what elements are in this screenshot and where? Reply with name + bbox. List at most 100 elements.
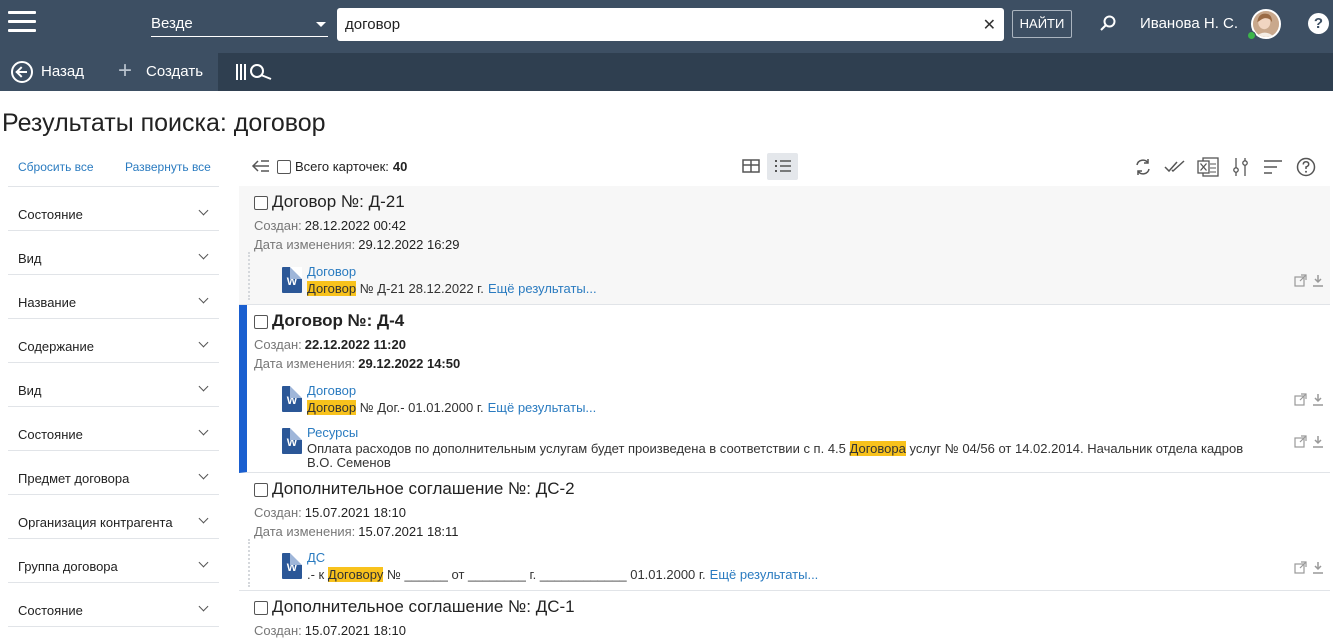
result-card[interactable]: Договор №: Д-21 Создан: 28.12.2022 00:42 … (239, 186, 1330, 305)
file-name-link[interactable]: ДС (307, 550, 325, 565)
file-actions (1294, 393, 1326, 407)
library-search-icon[interactable] (235, 62, 275, 82)
list-view-button[interactable] (767, 153, 798, 180)
user-name[interactable]: Иванова Н. С. (1140, 15, 1238, 32)
menu-icon[interactable] (8, 11, 36, 33)
download-icon[interactable] (1312, 393, 1324, 406)
card-checkbox[interactable] (254, 483, 268, 497)
file-actions (1294, 561, 1326, 575)
card-modified: Дата изменения: 15.07.2021 18:11 (254, 524, 459, 539)
chevron-down-icon (198, 381, 209, 392)
card-checkbox[interactable] (254, 196, 268, 210)
card-created: Создан: 22.12.2022 11:20 (254, 337, 406, 352)
help-icon[interactable]: ? (1308, 13, 1329, 34)
download-icon[interactable] (1312, 561, 1324, 574)
reset-all-link[interactable]: Сбросить все (18, 160, 94, 174)
chevron-down-icon (198, 337, 209, 348)
divider (248, 539, 250, 587)
modified-label: Дата изменения: (254, 356, 356, 371)
filter-state[interactable]: Состояние (8, 187, 219, 231)
filter-kind-2[interactable]: Вид (8, 363, 219, 407)
divider (248, 252, 250, 300)
card-checkbox[interactable] (254, 601, 268, 615)
created-label: Создан: (254, 337, 302, 352)
download-icon[interactable] (1312, 435, 1324, 448)
filter-sidebar: Сбросить все Развернуть все Состояние Ви… (8, 150, 219, 627)
total-label: Всего карточек: (295, 159, 389, 174)
open-external-icon[interactable] (1294, 393, 1307, 406)
find-button[interactable]: НАЙТИ (1012, 10, 1072, 38)
filter-contract-group[interactable]: Группа договора (8, 539, 219, 583)
highlight: Договор (307, 281, 357, 296)
filter-state-3[interactable]: Состояние (8, 583, 219, 627)
filter-content[interactable]: Содержание (8, 319, 219, 363)
modified-value: 15.07.2021 18:11 (358, 524, 459, 539)
mark-all-read-icon[interactable] (1164, 157, 1186, 177)
excel-export-icon[interactable] (1197, 157, 1219, 177)
chevron-down-icon (198, 425, 209, 436)
select-all-checkbox[interactable] (277, 160, 291, 174)
refresh-icon[interactable] (1133, 157, 1153, 177)
results-list: Договор №: Д-21 Создан: 28.12.2022 00:42 … (239, 186, 1330, 643)
file-snippet: Оплата расходов по дополнительным услуга… (307, 441, 1257, 470)
card-title[interactable]: Дополнительное соглашение №: ДС-1 (272, 597, 575, 617)
open-external-icon[interactable] (1294, 435, 1307, 448)
help-circle-icon[interactable] (1296, 157, 1316, 177)
top-bar: Везде ✕ НАЙТИ Иванова Н. С. ? (0, 0, 1333, 53)
card-title[interactable]: Дополнительное соглашение №: ДС-2 (272, 479, 575, 499)
result-card[interactable]: Дополнительное соглашение №: ДС-1 Создан… (239, 591, 1330, 643)
card-checkbox[interactable] (254, 315, 268, 329)
filter-kind[interactable]: Вид (8, 231, 219, 275)
more-results-link[interactable]: Ещё результаты... (488, 281, 597, 296)
result-card[interactable]: Дополнительное соглашение №: ДС-2 Создан… (239, 473, 1330, 591)
snippet-prefix: .- к (307, 567, 325, 582)
back-button[interactable]: Назад (0, 53, 108, 91)
created-value: 22.12.2022 11:20 (304, 337, 406, 352)
card-created: Создан: 28.12.2022 00:42 (254, 218, 406, 233)
more-results-link[interactable]: Ещё результаты... (710, 567, 819, 582)
filter-label: Вид (18, 251, 42, 266)
highlight: Договор (307, 400, 357, 415)
file-name-link[interactable]: Договор (307, 264, 356, 279)
sort-icon[interactable] (1263, 157, 1283, 177)
file-name-link[interactable]: Ресурсы (307, 425, 358, 440)
collapse-panel-icon[interactable] (251, 159, 271, 173)
more-results-link[interactable]: Ещё результаты... (488, 400, 597, 415)
expand-all-link[interactable]: Развернуть все (125, 160, 211, 174)
card-modified: Дата изменения: 29.12.2022 16:29 (254, 237, 460, 252)
search-scope-select[interactable]: Везде (151, 11, 328, 37)
filter-settings-icon[interactable] (1232, 157, 1250, 177)
modified-label: Дата изменения: (254, 524, 356, 539)
word-file-icon[interactable]: W (282, 553, 302, 579)
result-card-selected[interactable]: Договор №: Д-4 Создан: 22.12.2022 11:20 Д… (239, 305, 1330, 473)
clear-icon[interactable]: ✕ (983, 15, 996, 35)
card-title[interactable]: Договор №: Д-4 (272, 311, 404, 331)
list-view-icon (775, 160, 791, 172)
modified-label: Дата изменения: (254, 237, 356, 252)
word-file-icon[interactable]: W (282, 267, 302, 293)
card-created: Создан: 15.07.2021 18:10 (254, 623, 406, 638)
word-file-icon[interactable]: W (282, 386, 302, 412)
results-toolbar: Всего карточек: 40 (239, 150, 1333, 184)
filter-contract-subject[interactable]: Предмет договора (8, 451, 219, 495)
snippet-text: № Д-21 28.12.2022 г. (359, 281, 484, 296)
create-button[interactable]: + Создать (108, 53, 218, 91)
chevron-down-icon (198, 205, 209, 216)
filter-state-2[interactable]: Состояние (8, 407, 219, 451)
search-icon[interactable] (1100, 15, 1116, 31)
open-external-icon[interactable] (1294, 274, 1307, 287)
file-name-link[interactable]: Договор (307, 383, 356, 398)
filter-label: Предмет договора (18, 471, 130, 486)
snippet-text: № ______ от ________ г. ____________ 01.… (386, 567, 706, 582)
back-label: Назад (41, 63, 84, 80)
filter-counterparty-org[interactable]: Организация контрагента (8, 495, 219, 539)
open-external-icon[interactable] (1294, 561, 1307, 574)
search-input[interactable] (337, 8, 957, 41)
card-title[interactable]: Договор №: Д-21 (272, 192, 405, 212)
filter-name[interactable]: Название (8, 275, 219, 319)
download-icon[interactable] (1312, 274, 1324, 287)
table-view-icon[interactable] (742, 158, 760, 174)
word-file-icon[interactable]: W (282, 428, 302, 454)
filter-label: Состояние (18, 427, 83, 442)
filter-label: Состояние (18, 603, 83, 618)
